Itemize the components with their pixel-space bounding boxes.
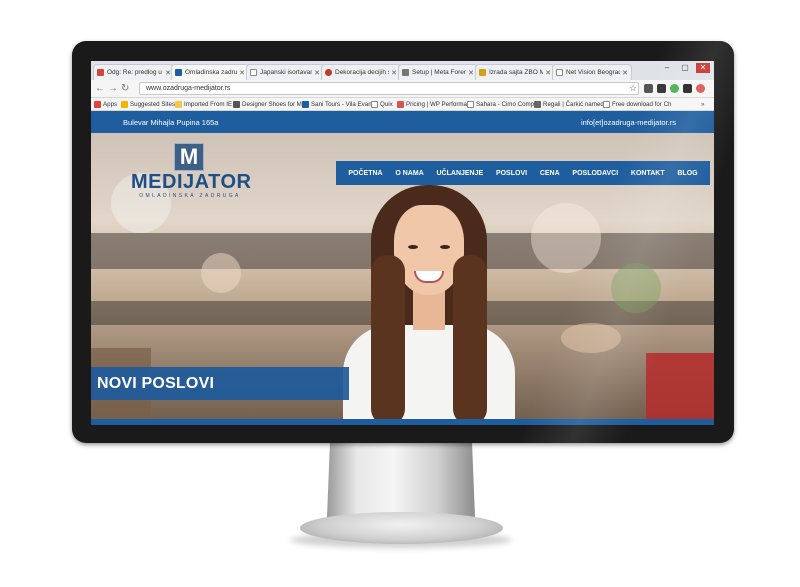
browser-tab-bar: Odg: Re: predlog u ✕ Omladinska zadrug ✕… [91, 61, 714, 80]
extension-icon[interactable] [696, 84, 705, 93]
layers-icon[interactable] [644, 84, 653, 93]
page-icon [371, 101, 378, 108]
address-bar[interactable]: www.ozadruga-medijator.rs [139, 82, 639, 95]
browser-toolbar: ← → ↻ www.ozadruga-medijator.rs ☆ [91, 80, 714, 98]
monitor-stand-neck [327, 443, 475, 517]
page-icon [603, 101, 610, 108]
logo-mark: M [174, 143, 204, 171]
background-bokeh [531, 203, 601, 273]
bookmark-item[interactable]: Designer Shoes for M [233, 99, 302, 110]
reload-icon[interactable]: ↻ [121, 83, 129, 95]
close-icon[interactable]: ✕ [468, 69, 474, 77]
close-icon[interactable]: ✕ [622, 69, 628, 77]
person-smile [414, 271, 444, 283]
extension-icon[interactable] [670, 84, 679, 93]
browser-tab-active[interactable]: Omladinska zadrug ✕ [171, 64, 249, 80]
nav-item-poslovi[interactable]: POSLOVI [496, 170, 527, 177]
contact-strip: Bulevar Mihajla Pupina 165a info[et]ozad… [91, 111, 714, 133]
monitor-stand-base [300, 512, 503, 544]
bank-icon [534, 101, 541, 108]
bookmark-item[interactable]: Suggested Sites [121, 99, 175, 110]
browser-tab[interactable]: Net Vision Beograd ✕ [552, 64, 632, 80]
new-jobs-banner[interactable]: NOVI POSLOVI [91, 367, 349, 400]
browser-tab[interactable]: Izrada sajta ZBO Mi ✕ [475, 64, 555, 80]
logo-name: MEDIJATOR [131, 171, 252, 193]
bookmark-item[interactable]: Sani Tours - Vila Evan [302, 99, 372, 110]
browser-tab[interactable]: Setup | Meta Forem ✕ [398, 64, 478, 80]
site-logo[interactable]: M MEDIJATOR OMLADINSKA ZADRUGA [131, 143, 252, 203]
close-icon[interactable]: ✕ [239, 69, 245, 77]
bookmark-item[interactable]: Regali | Čarkić named [534, 99, 604, 110]
hero-image: M MEDIJATOR OMLADINSKA ZADRUGA POČETNA O… [91, 133, 714, 425]
person-eye [440, 245, 450, 249]
maximize-icon[interactable]: ▢ [678, 63, 692, 73]
back-icon[interactable]: ← [95, 83, 105, 95]
minimize-icon[interactable]: – [660, 63, 674, 73]
bookmark-item[interactable]: Imported From IE [175, 99, 232, 110]
main-navigation: POČETNA O NAMA UČLANJENJE POSLOVI CENA P… [336, 161, 710, 185]
nav-item-pocetna[interactable]: POČETNA [348, 170, 382, 177]
bookmark-item[interactable]: Free download for Ch [603, 99, 672, 110]
page-icon [250, 69, 257, 76]
bookmark-star-icon[interactable]: ☆ [629, 83, 637, 94]
extension-icon[interactable] [683, 84, 692, 93]
browser-tab[interactable]: Japanski isortavanj ✕ [246, 64, 324, 80]
person-eye [408, 245, 418, 249]
background-bokeh [611, 263, 661, 313]
flag-icon [302, 101, 309, 108]
browser-tab[interactable]: Odg: Re: predlog u ✕ [93, 64, 175, 80]
close-icon[interactable]: ✕ [314, 69, 320, 77]
nav-item-blog[interactable]: BLOG [677, 170, 697, 177]
bookmark-item[interactable]: Quix [371, 99, 393, 110]
nav-item-cena[interactable]: CENA [540, 170, 560, 177]
wp-icon [397, 101, 404, 108]
person-shirt [343, 325, 515, 425]
logo-subtitle: OMLADINSKA ZADRUGA [139, 193, 241, 199]
extension-icon[interactable] [657, 84, 666, 93]
bookmark-item[interactable]: Pricing | WP Performa [397, 99, 467, 110]
link-icon [402, 69, 409, 76]
person-neck [413, 290, 445, 330]
close-icon[interactable]: ✕ [545, 69, 551, 77]
hero-person [343, 185, 515, 425]
close-icon[interactable]: ✕ [391, 69, 397, 77]
nav-item-o-nama[interactable]: O NAMA [395, 170, 423, 177]
bookmarks-overflow[interactable]: » [701, 99, 704, 110]
nav-item-uclanjenje[interactable]: UČLANJENJE [437, 170, 484, 177]
forward-icon[interactable]: → [108, 83, 118, 95]
bing-icon [121, 101, 128, 108]
monitor-screen: Odg: Re: predlog u ✕ Omladinska zadrug ✕… [91, 61, 714, 425]
address-text: Bulevar Mihajla Pupina 165a [123, 118, 219, 127]
page-icon [556, 69, 563, 76]
email-link[interactable]: info[et]ozadruga-medijator.rs [581, 118, 676, 127]
url-text: www.ozadruga-medijator.rs [146, 85, 231, 92]
site-icon [175, 69, 182, 76]
person-hair-strand [371, 255, 405, 425]
window-controls: – ▢ ✕ [660, 63, 710, 73]
close-window-icon[interactable]: ✕ [696, 63, 710, 73]
background-bokeh [561, 323, 621, 353]
bookmark-item[interactable]: Apps [94, 99, 117, 110]
page-icon [479, 69, 486, 76]
page-icon [467, 101, 474, 108]
background-bokeh [201, 253, 241, 293]
nav-item-poslodavci[interactable]: POSLODAVCI [572, 170, 618, 177]
gmail-icon [97, 69, 104, 76]
folder-icon [175, 101, 182, 108]
bookmarks-bar: Apps Suggested Sites Imported From IE De… [91, 98, 714, 111]
website: Bulevar Mihajla Pupina 165a info[et]ozad… [91, 111, 714, 425]
person-hair-strand [453, 255, 487, 425]
hero-bottom-strip [91, 419, 714, 425]
browser-tab[interactable]: Dekoracija decijih s ✕ [321, 64, 401, 80]
bookmark-item[interactable]: Sahara - Cimo Compa [467, 99, 538, 110]
shoe-icon [233, 101, 240, 108]
hero-background-block [646, 353, 714, 425]
flower-icon [325, 69, 332, 76]
nav-item-kontakt[interactable]: KONTAKT [631, 170, 665, 177]
apps-icon [94, 101, 101, 108]
